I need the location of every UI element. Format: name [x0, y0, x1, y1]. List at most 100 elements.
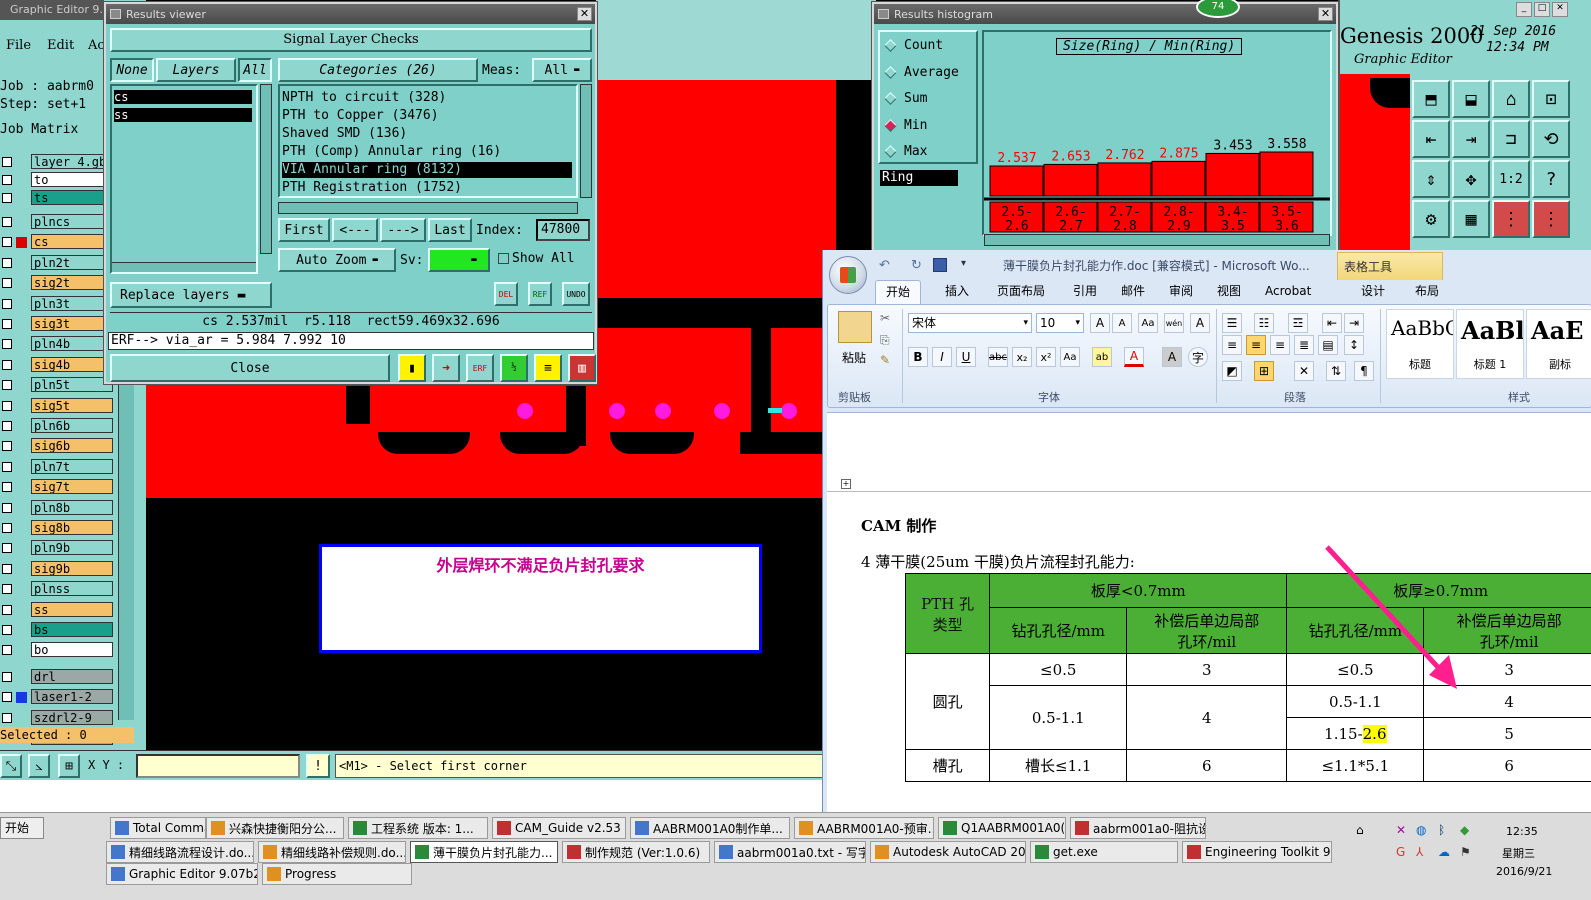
taskbar-button[interactable]: AABRM001A0-预审...	[794, 817, 934, 839]
layer-checkbox[interactable]	[2, 563, 12, 574]
quick-access-menu-icon[interactable]: ▾	[961, 258, 966, 269]
via-marker[interactable]	[609, 403, 625, 419]
justify-icon[interactable]: ≣	[1294, 335, 1314, 355]
layer-name[interactable]: layer_4.gb	[31, 154, 113, 169]
next-button[interactable]: --->	[380, 218, 426, 242]
tool-fit-vertical-icon[interactable]: ⇕	[1412, 160, 1450, 198]
last-button[interactable]: Last	[428, 218, 472, 242]
tray-icon[interactable]: ✕	[1396, 823, 1406, 837]
close-button[interactable]: Close	[110, 354, 390, 382]
via-marker[interactable]	[655, 403, 671, 419]
font-name-select[interactable]: 宋体 ▾	[908, 313, 1032, 333]
taskbar-button[interactable]: aabrm001a0.txt - 写字板	[714, 841, 866, 863]
del-button[interactable]: DEL	[494, 282, 518, 306]
strikethrough-icon[interactable]: abc	[988, 347, 1008, 367]
histogram-field[interactable]: Ring	[880, 170, 958, 186]
minimize-icon[interactable]: _	[1516, 2, 1532, 17]
report-icon[interactable]: ≡	[534, 354, 562, 382]
menu-actions[interactable]: Ac	[88, 38, 105, 53]
numbering-icon[interactable]: ☷	[1254, 313, 1274, 333]
layer-checkbox[interactable]	[2, 380, 12, 391]
layer-row[interactable]: sig4b	[0, 356, 116, 373]
grow-font-icon[interactable]: A	[1090, 313, 1110, 333]
bullets-icon[interactable]: ☰	[1222, 313, 1242, 333]
category-item[interactable]: PTH to Copper (3476)	[282, 108, 572, 124]
quick-access-undo-icon[interactable]: ↶	[879, 258, 890, 273]
ribbon-tab[interactable]: 插入	[935, 280, 979, 304]
tray-icon[interactable]: ⚑	[1460, 845, 1471, 859]
tray-icon[interactable]: ◆	[1460, 823, 1469, 837]
taskbar-button[interactable]: aabrm001a0-阻抗设...	[1070, 817, 1206, 839]
rv-layer-item[interactable]: cs	[114, 90, 252, 104]
layer-name[interactable]: ss	[31, 601, 113, 617]
tray-icon[interactable]: ᛒ	[1438, 823, 1445, 837]
style-item[interactable]: AaBbC 标题	[1386, 309, 1454, 379]
layer-name[interactable]: drl	[31, 668, 113, 684]
layer-row[interactable]: pln9b	[0, 540, 116, 556]
taskbar-button[interactable]: Autodesk AutoCAD 201...	[870, 841, 1026, 863]
layer-name[interactable]: pln9b	[31, 540, 113, 556]
layer-name[interactable]: sig2t	[31, 275, 113, 291]
align-center-icon[interactable]: ≡	[1246, 335, 1266, 355]
font-color-icon[interactable]: A	[1124, 347, 1144, 367]
ribbon-tab[interactable]: Acrobat	[1255, 280, 1321, 304]
layer-checkbox[interactable]	[2, 543, 12, 554]
taskbar-button[interactable]: 工程系统 版本: 1...	[348, 817, 488, 839]
layer-checkbox[interactable]	[2, 625, 12, 635]
borders-icon[interactable]: ⊞	[1254, 361, 1274, 381]
rv-layer-listbox[interactable]: cs ss	[110, 84, 258, 274]
layer-row[interactable]: to	[0, 172, 116, 188]
categories-vscroll[interactable]	[580, 84, 592, 198]
show-all-checkbox[interactable]	[498, 253, 509, 264]
show-marks-icon[interactable]: ¶	[1354, 361, 1374, 381]
via-marker[interactable]	[517, 403, 533, 419]
layer-row[interactable]: sig6b	[0, 438, 116, 454]
histogram-bar[interactable]	[1259, 151, 1314, 197]
categories-hscroll[interactable]	[278, 202, 578, 214]
close-icon[interactable]: ✕	[1552, 2, 1568, 17]
layer-name[interactable]: bs	[31, 622, 113, 637]
histogram-hscroll[interactable]	[984, 234, 1330, 246]
layer-name[interactable]: pln6b	[31, 418, 113, 433]
layer-row[interactable]: pln4b	[0, 336, 116, 352]
tool-move-right-icon[interactable]: ⇥	[1452, 120, 1490, 158]
histogram-bar[interactable]	[1205, 152, 1260, 197]
line-spacing-icon[interactable]: ↕	[1344, 335, 1364, 355]
layer-name[interactable]: szdrl2-9	[31, 709, 113, 725]
taskbar-button[interactable]: get.exe	[1030, 841, 1178, 863]
tool-snap-icon[interactable]: ⊐	[1492, 120, 1530, 158]
layer-row[interactable]: sig5t	[0, 397, 116, 414]
chart-icon[interactable]: ▮	[398, 354, 426, 382]
category-item[interactable]: Shaved SMD (136)	[282, 126, 572, 142]
meas-select[interactable]: All ▬	[532, 58, 592, 82]
paste-icon[interactable]	[838, 311, 872, 343]
layer-row[interactable]: pln5t	[0, 377, 116, 393]
index-input[interactable]: 47800	[536, 219, 590, 241]
job-matrix-label[interactable]: Job Matrix	[0, 122, 78, 137]
subscript-icon[interactable]: x₂	[1012, 347, 1032, 367]
taskbar-button[interactable]: Graphic Editor 9.07b2 (0...	[106, 863, 258, 885]
start-button[interactable]: 开始	[0, 817, 44, 839]
layer-row[interactable]: sig2t	[0, 275, 116, 291]
clear-format-icon[interactable]: Aa	[1138, 313, 1158, 333]
tool-layer-select-icon[interactable]: ⋮	[1492, 200, 1530, 238]
layer-checkbox[interactable]	[2, 502, 12, 513]
layer-row[interactable]: ss	[0, 601, 116, 618]
layer-checkbox[interactable]	[2, 237, 12, 248]
tool-measure-icon[interactable]: ⦣	[28, 754, 50, 778]
bold-icon[interactable]: B	[908, 347, 928, 367]
phonetic-icon[interactable]: wén	[1164, 313, 1184, 333]
category-item[interactable]: PTH (Comp) Annular ring (16)	[282, 144, 572, 160]
layer-name[interactable]: pln8b	[31, 499, 113, 515]
layer-checkbox[interactable]	[2, 339, 12, 350]
layer-name[interactable]: laser1-2	[31, 689, 113, 705]
superscript-icon[interactable]: x²	[1036, 347, 1056, 367]
layer-row[interactable]: pln8b	[0, 499, 116, 516]
rv-layer-hscroll[interactable]	[112, 262, 256, 272]
decrease-indent-icon[interactable]: ⇤	[1322, 313, 1342, 333]
ribbon-tab[interactable]: 设计	[1351, 280, 1395, 304]
layer-checkbox[interactable]	[2, 671, 12, 682]
tray-icon[interactable]: G	[1396, 845, 1405, 859]
close-icon[interactable]: ✕	[1318, 7, 1333, 21]
taskbar-button[interactable]: 精细线路流程设计.do...	[106, 841, 254, 863]
